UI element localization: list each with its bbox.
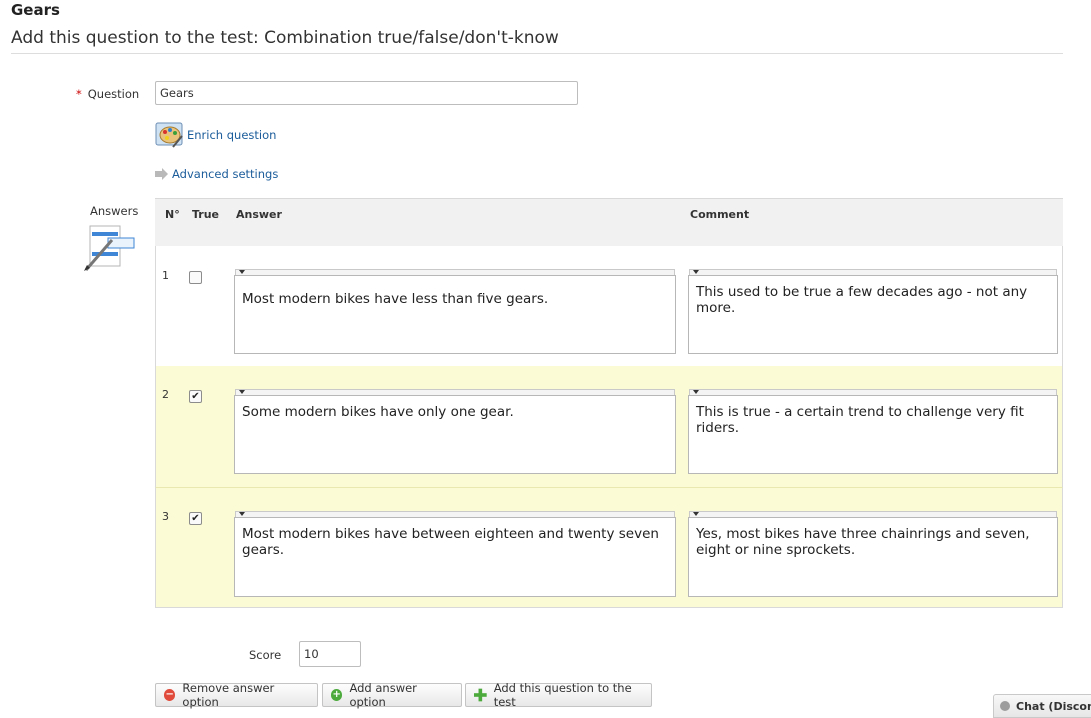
palette-icon[interactable]	[155, 121, 185, 149]
add-question-to-test-button[interactable]: Add this question to the test	[465, 681, 652, 709]
comment-editor[interactable]: This used to be true a few decades ago -…	[688, 269, 1058, 354]
chat-label: Chat (Discon	[1016, 699, 1091, 713]
table-row: 2 ✔ Some modern bikes have only one gear…	[155, 366, 1063, 487]
chat-widget[interactable]: Chat (Discon	[993, 694, 1091, 718]
true-checkbox[interactable]: ✔	[189, 512, 202, 525]
answer-text[interactable]: Some modern bikes have only one gear.	[242, 404, 667, 420]
comment-text[interactable]: Yes, most bikes have three chainrings an…	[696, 526, 1049, 558]
title-divider	[11, 53, 1063, 54]
table-header: N° True Answer Comment	[155, 198, 1063, 247]
row-number: 1	[162, 269, 169, 282]
toolbar-toggle-icon[interactable]	[693, 512, 699, 516]
row-number: 2	[162, 388, 169, 401]
toolbar-toggle-icon[interactable]	[239, 390, 245, 394]
toolbar-toggle-icon[interactable]	[693, 390, 699, 394]
editor-toolbar[interactable]	[689, 389, 1057, 395]
answer-text[interactable]: Most modern bikes have between eighteen …	[242, 526, 667, 558]
status-dot-icon	[1000, 701, 1010, 711]
header-comment: Comment	[690, 208, 750, 221]
enrich-question-link[interactable]: Enrich question	[187, 128, 276, 142]
advanced-settings-link[interactable]: Advanced settings	[172, 167, 278, 181]
editor-toolbar[interactable]	[689, 511, 1057, 517]
question-label: * Question	[76, 87, 139, 101]
page-subtitle: Add this question to the test: Combinati…	[11, 28, 559, 48]
answer-editor[interactable]: Most modern bikes have less than five ge…	[234, 269, 676, 354]
score-label: Score	[249, 648, 282, 662]
remove-answer-option-button[interactable]: − Remove answer option	[155, 681, 318, 709]
comment-text[interactable]: This used to be true a few decades ago -…	[696, 284, 1049, 316]
answers-table: N° True Answer Comment 1 Most modern bik…	[155, 198, 1063, 608]
toolbar-toggle-icon[interactable]	[239, 270, 245, 274]
toolbar-toggle-icon[interactable]	[693, 270, 699, 274]
comment-text[interactable]: This is true - a certain trend to challe…	[696, 404, 1049, 436]
question-input[interactable]	[155, 81, 578, 105]
editor-toolbar[interactable]	[689, 269, 1057, 275]
answers-label: Answers	[90, 204, 139, 218]
add-answer-option-label: Add answer option	[349, 681, 417, 709]
add-question-to-test-label: Add this question to the test	[493, 681, 632, 709]
editor-toolbar[interactable]	[235, 389, 675, 395]
header-number: N°	[165, 208, 180, 221]
page-title: Gears	[11, 1, 60, 19]
green-plus-icon	[474, 688, 487, 702]
header-answer: Answer	[236, 208, 282, 221]
row-number: 3	[162, 510, 169, 523]
answer-text[interactable]: Most modern bikes have less than five ge…	[242, 291, 667, 307]
toolbar-toggle-icon[interactable]	[239, 512, 245, 516]
plus-circle-icon: +	[331, 689, 343, 701]
required-mark: *	[76, 87, 82, 101]
table-row: 3 ✔ Most modern bikes have between eight…	[155, 487, 1063, 608]
score-input[interactable]	[299, 641, 361, 667]
answer-editor[interactable]: Most modern bikes have between eighteen …	[234, 511, 676, 597]
answer-editor[interactable]: Some modern bikes have only one gear.	[234, 389, 676, 474]
question-label-text: Question	[87, 87, 140, 101]
true-checkbox[interactable]	[189, 271, 202, 284]
header-true: True	[192, 208, 220, 221]
answers-edit-icon	[84, 225, 135, 271]
editor-toolbar[interactable]	[235, 269, 675, 275]
minus-circle-icon: −	[164, 689, 176, 701]
comment-editor[interactable]: Yes, most bikes have three chainrings an…	[688, 511, 1058, 597]
true-checkbox[interactable]: ✔	[189, 390, 202, 403]
arrow-right-icon[interactable]	[155, 167, 169, 181]
table-row: 1 Most modern bikes have less than five …	[155, 246, 1063, 366]
editor-toolbar[interactable]	[235, 511, 675, 517]
remove-answer-option-label: Remove answer option	[182, 681, 275, 709]
add-answer-option-button[interactable]: + Add answer option	[322, 681, 462, 709]
comment-editor[interactable]: This is true - a certain trend to challe…	[688, 389, 1058, 474]
